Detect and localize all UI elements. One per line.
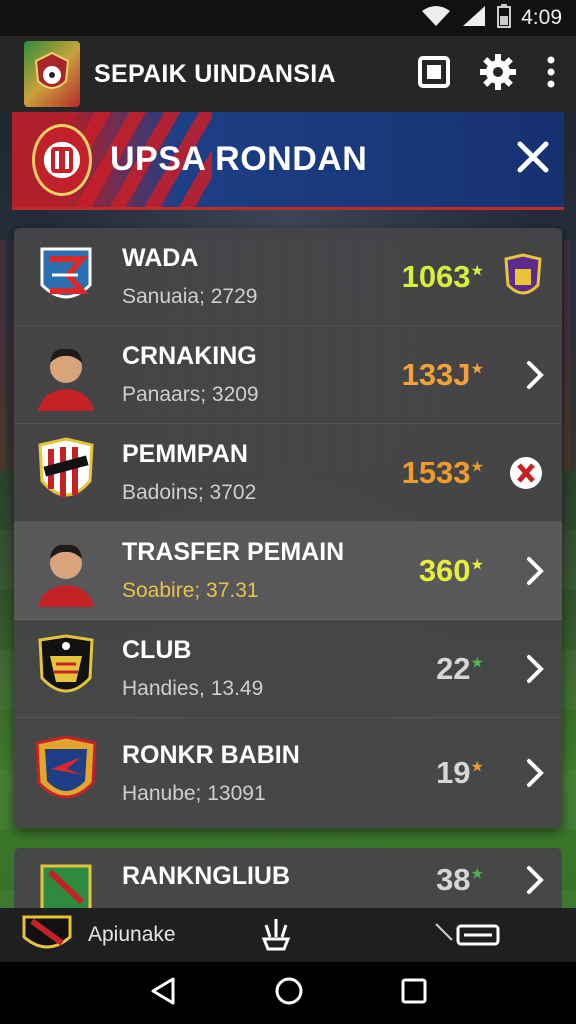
club-crest-icon xyxy=(32,436,100,509)
item-subtitle: Soabire; 37.31 xyxy=(122,579,259,602)
battery-icon xyxy=(497,3,512,33)
ranking-list: WADA Sanuaia; 2729 1063★ CRNAKING Panaar… xyxy=(14,228,562,828)
item-subtitle: Badoins; 3702 xyxy=(122,481,257,504)
app-title: SEPAIK UINDANSIA xyxy=(94,59,336,88)
item-subtitle: Panaars; 3209 xyxy=(122,383,259,406)
home-icon[interactable] xyxy=(274,976,304,1011)
item-title: RONKR BABIN xyxy=(122,740,300,769)
list-item[interactable]: CRNAKING Panaars; 3209 133J★ xyxy=(14,326,562,424)
chevron-right-icon[interactable] xyxy=(484,556,544,586)
list-item[interactable]: RANKNGLIUB 38★ xyxy=(14,848,562,912)
badge-icon xyxy=(484,455,544,491)
item-title: PEMMPAN xyxy=(122,440,248,468)
item-score: 22★ xyxy=(436,650,484,686)
item-title: WADA xyxy=(122,244,199,272)
item-score: 38★ xyxy=(436,862,484,897)
club-crest-icon xyxy=(32,241,100,313)
tab-label[interactable]: Apiunake xyxy=(88,923,176,947)
chevron-right-icon[interactable] xyxy=(484,654,544,684)
item-subtitle: Hanube; 13091 xyxy=(122,781,266,805)
avatar xyxy=(32,535,100,607)
chevron-right-icon[interactable] xyxy=(484,360,544,390)
recents-icon[interactable] xyxy=(401,978,427,1009)
card-icon[interactable] xyxy=(432,918,506,953)
item-title: CLUB xyxy=(122,636,192,664)
close-icon[interactable] xyxy=(516,140,550,179)
system-nav-bar xyxy=(0,962,576,1024)
banner-title: UPSA RONDAN xyxy=(110,140,368,178)
item-subtitle: Sanuaia; 2729 xyxy=(122,285,258,308)
chevron-right-icon[interactable] xyxy=(484,862,544,898)
item-score: 1533★ xyxy=(401,454,484,490)
list-item[interactable]: WADA Sanuaia; 2729 1063★ xyxy=(14,228,562,326)
club-crest-icon[interactable] xyxy=(20,913,74,958)
app-bar: SEPAIK UINDANSIA xyxy=(0,36,576,112)
item-subtitle: Handies, 13.49 xyxy=(122,677,264,700)
gear-icon[interactable] xyxy=(480,53,516,95)
list-item[interactable]: TRASFER PEMAIN Soabire; 37.31 360★ xyxy=(14,522,562,620)
bottom-tab-bar: Apiunake xyxy=(0,908,576,962)
item-title: CRNAKING xyxy=(122,342,257,370)
club-crest-icon xyxy=(32,123,92,196)
item-title: TRASFER PEMAIN xyxy=(122,538,345,566)
chevron-right-icon[interactable] xyxy=(484,758,544,788)
list-item[interactable]: PEMMPAN Badoins; 3702 1533★ xyxy=(14,424,562,522)
clock: 4:09 xyxy=(521,6,562,29)
item-score: 133J★ xyxy=(401,356,484,392)
back-icon[interactable] xyxy=(149,976,177,1011)
club-crest-icon xyxy=(32,862,100,912)
header-banner: UPSA RONDAN xyxy=(12,112,564,210)
list-item[interactable]: RONKR BABIN Hanube; 13091 19★ xyxy=(14,718,562,828)
club-crest-icon xyxy=(32,735,100,809)
club-crest-icon xyxy=(32,633,100,705)
item-score: 19★ xyxy=(436,755,484,790)
wifi-icon xyxy=(421,5,451,32)
list-item[interactable]: CLUB Handies, 13.49 22★ xyxy=(14,620,562,718)
joystick-icon[interactable] xyxy=(260,915,292,956)
signal-icon xyxy=(461,5,487,32)
item-title: RANKNGLIUB xyxy=(122,862,291,890)
item-score: 1063★ xyxy=(401,258,484,294)
status-bar: 4:09 xyxy=(0,0,576,36)
avatar xyxy=(32,339,100,411)
club-crest-icon xyxy=(484,252,544,301)
more-vert-icon[interactable] xyxy=(546,56,556,93)
item-score: 360★ xyxy=(418,552,484,588)
app-logo xyxy=(24,41,80,107)
square-icon[interactable] xyxy=(418,55,450,93)
